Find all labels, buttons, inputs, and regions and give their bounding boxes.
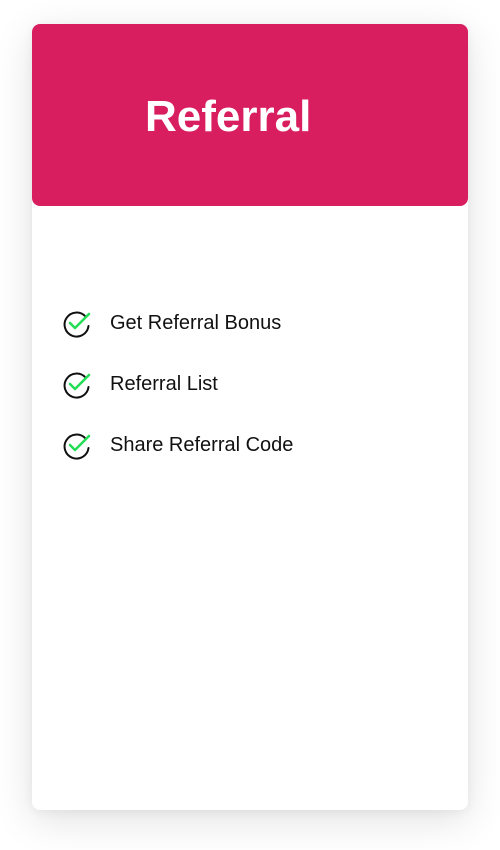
- card-header: Referral: [32, 24, 468, 206]
- card-title: Referral: [145, 92, 312, 141]
- check-circle-icon: [63, 311, 91, 338]
- feature-label: Get Referral Bonus: [110, 311, 282, 334]
- check-circle-icon: [63, 433, 91, 460]
- feature-label: Share Referral Code: [110, 433, 294, 456]
- feature-item: Referral List: [62, 369, 293, 399]
- check-circle-icon: [63, 372, 91, 399]
- feature-list: Get Referral Bonus Referral List Share R…: [62, 308, 293, 491]
- feature-item: Get Referral Bonus: [62, 308, 293, 338]
- feature-label: Referral List: [110, 372, 218, 395]
- referral-card: Referral Get Referral Bonus Referral Lis…: [32, 24, 468, 810]
- feature-item: Share Referral Code: [62, 430, 293, 460]
